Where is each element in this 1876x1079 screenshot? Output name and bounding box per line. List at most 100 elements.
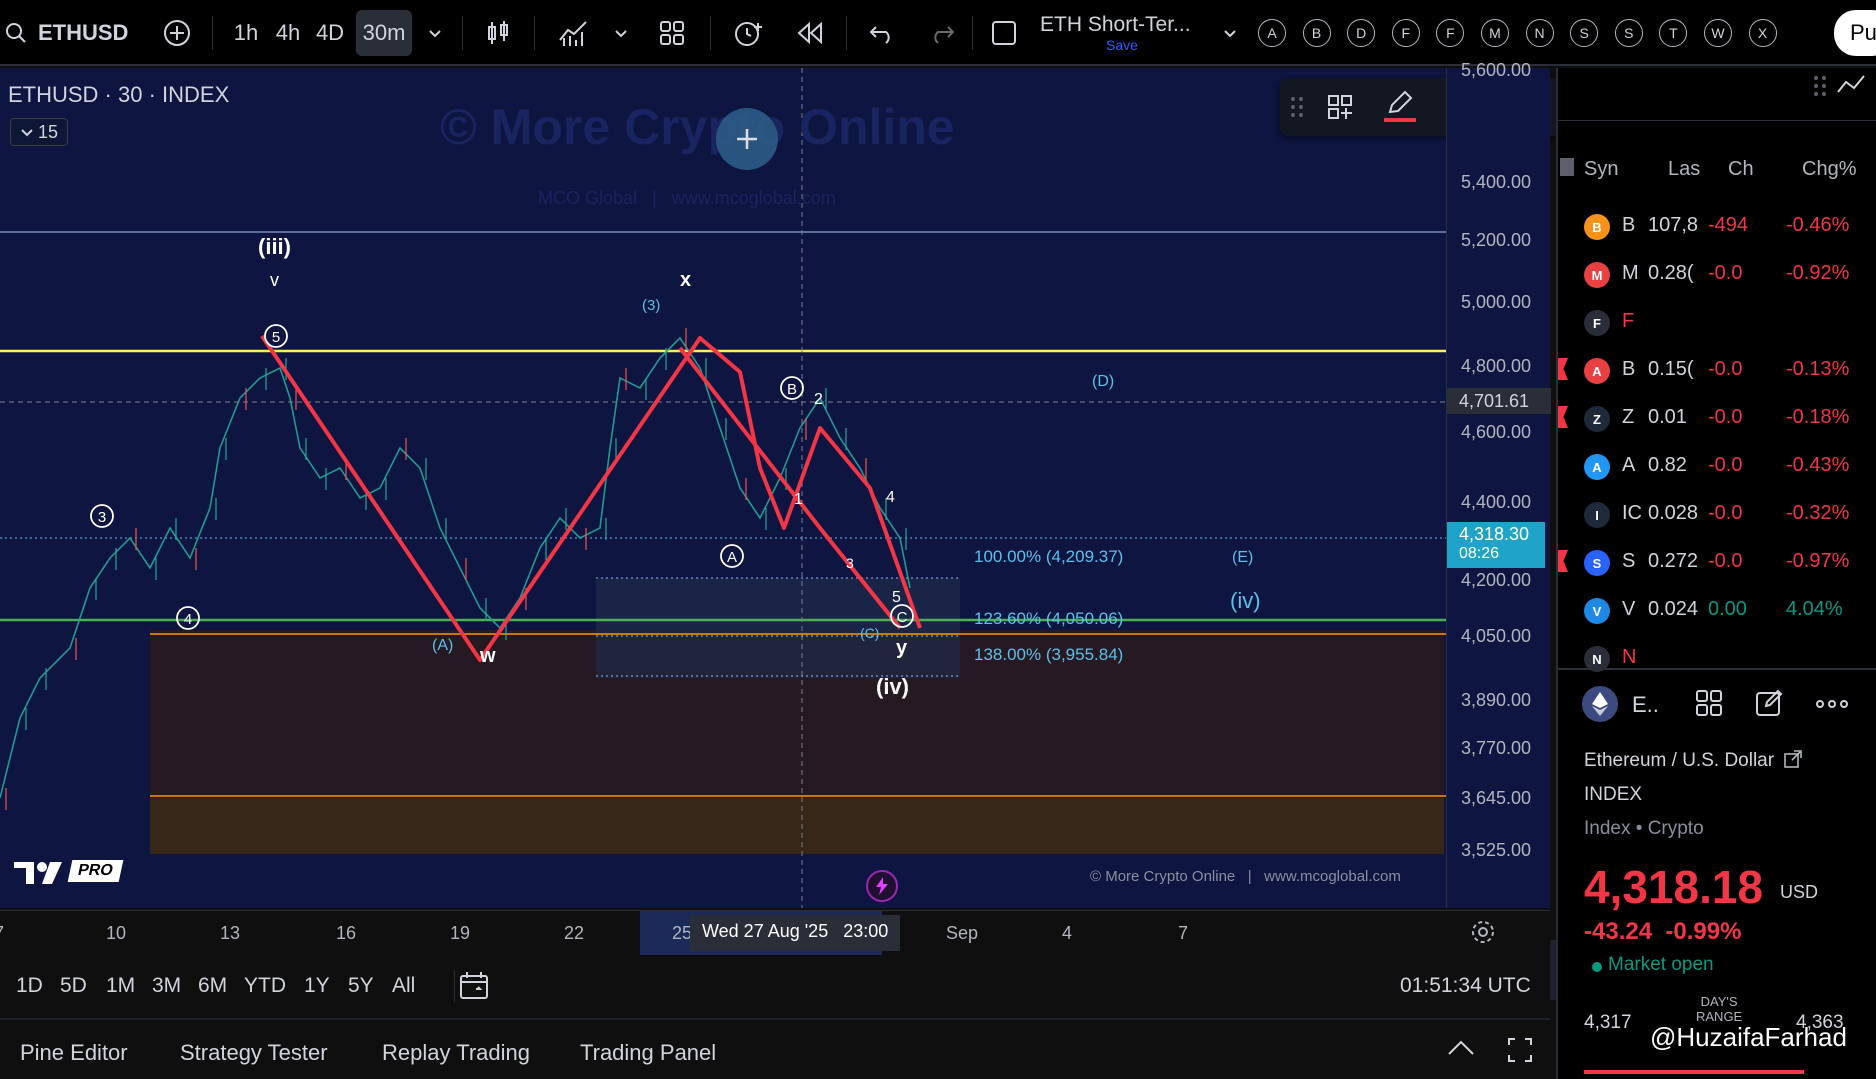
range-3m[interactable]: 3M: [152, 974, 181, 998]
legend-collapse-button[interactable]: 15: [10, 118, 68, 146]
interval-30m[interactable]: 30m: [356, 10, 412, 56]
watermark-title: © More Crypto Online: [440, 99, 955, 155]
watchlist-row[interactable]: A B 0.15(-0.0 -0.13%: [1558, 346, 1876, 394]
watchlist-row[interactable]: S S 0.272 -0.0 -0.97%: [1558, 538, 1876, 586]
candles-icon: [488, 21, 508, 44]
external-link-icon[interactable]: [1784, 750, 1802, 773]
watchlist-row[interactable]: I IC 0.028 -0.0 -0.32%: [1558, 490, 1876, 538]
alert-letter-d[interactable]: D: [1347, 19, 1376, 47]
market-status: Market open: [1608, 954, 1714, 975]
event-marker[interactable]: [866, 870, 898, 902]
object-tree-button[interactable]: [1810, 68, 1876, 120]
header-change[interactable]: Ch: [1728, 158, 1754, 181]
alert-letter-s[interactable]: S: [1570, 19, 1599, 47]
alert-letter-b[interactable]: B: [1302, 19, 1331, 47]
add-button[interactable]: [716, 108, 778, 170]
alert-letter-x[interactable]: X: [1748, 19, 1777, 47]
tab-strategy-tester[interactable]: Strategy Tester: [180, 1040, 328, 1066]
range-1y[interactable]: 1Y: [304, 974, 330, 998]
range-1d[interactable]: 1D: [16, 974, 43, 998]
details-more-button[interactable]: [1816, 696, 1848, 714]
watchlist-row[interactable]: V V 0.024 0.00 4.04%: [1558, 586, 1876, 634]
watchlist-row[interactable]: B B 107,8 -494 -0.46%: [1558, 202, 1876, 250]
alert-letter-w[interactable]: W: [1704, 19, 1732, 47]
symbol-search[interactable]: ETHUSD: [4, 10, 134, 56]
grid-icon: [660, 21, 684, 45]
watchlist-pct: -0.46%: [1786, 214, 1850, 236]
wave-label-5: 5: [892, 589, 901, 606]
header-symbol[interactable]: Syn: [1584, 158, 1618, 181]
tab-replay-trading[interactable]: Replay Trading: [382, 1040, 530, 1066]
collapse-panel-button[interactable]: [1446, 1038, 1476, 1063]
interval-4h[interactable]: 4h: [268, 10, 308, 56]
redo-button[interactable]: [922, 10, 962, 56]
price-axis[interactable]: 5,600.00 5,400.00 5,200.00 5,000.00 4,800.00…: [1446, 60, 1551, 908]
clock-label[interactable]: 01:51:34 UTC: [1400, 974, 1531, 998]
templates-button[interactable]: [1326, 90, 1354, 124]
watchlist-row[interactable]: M M 0.28(-0.0 -0.92%: [1558, 250, 1876, 298]
indicators-button[interactable]: [552, 10, 596, 56]
layout-name[interactable]: ETH Short-Ter... Save: [1040, 10, 1200, 56]
flag-icon[interactable]: [1558, 550, 1568, 572]
flag-icon[interactable]: [1558, 358, 1568, 380]
header-change-pct[interactable]: Chg%: [1802, 158, 1856, 181]
range-5d[interactable]: 5D: [60, 974, 87, 998]
replay-button[interactable]: [790, 10, 830, 56]
wave-label-w: w: [479, 645, 496, 667]
watchlist-last: 0.024: [1648, 598, 1699, 620]
alert-letter-a[interactable]: A: [1258, 19, 1286, 47]
details-layout-button[interactable]: [1694, 688, 1724, 723]
alert-letter-f[interactable]: F: [1436, 19, 1465, 47]
alert-letter-m[interactable]: M: [1481, 19, 1509, 47]
tab-trading-panel[interactable]: Trading Panel: [580, 1040, 716, 1066]
watchlist-sym: S: [1622, 550, 1636, 572]
goto-date-button[interactable]: [458, 970, 492, 1004]
interval-1h[interactable]: 1h: [226, 10, 266, 56]
undo-button[interactable]: [862, 10, 902, 56]
time-axis[interactable]: 7101316192225Sep47Wed 27 Aug '25 23:00: [0, 910, 1550, 955]
chart-pane[interactable]: (iii) v 5 3 4 (A) w x (3) B 2 1 4 3 A 5 C (C) y (iv) (D) (E) (…: [0, 68, 1446, 908]
header-last[interactable]: Las: [1668, 158, 1700, 181]
watchlist-row[interactable]: FF: [1558, 298, 1876, 346]
range-5y[interactable]: 5Y: [348, 974, 374, 998]
flag-icon[interactable]: [1558, 406, 1568, 428]
interval-dropdown[interactable]: [420, 10, 450, 56]
range-all[interactable]: All: [392, 974, 415, 998]
crosshair-time-label: Wed 27 Aug '25 23:00: [690, 915, 901, 951]
range-ytd[interactable]: YTD: [244, 974, 286, 998]
publish-button[interactable]: Pu: [1834, 10, 1876, 56]
fullscreen-button[interactable]: [986, 10, 1022, 56]
alert-letter-t[interactable]: T: [1659, 19, 1688, 47]
details-short-name[interactable]: E..: [1632, 692, 1659, 718]
drag-handle[interactable]: [1290, 90, 1304, 124]
watchlist-row[interactable]: Z Z 0.01 -0.0 -0.18%: [1558, 394, 1876, 442]
indicators-dropdown[interactable]: [608, 10, 634, 56]
watchlist-chg: -0.0: [1708, 454, 1743, 476]
watchlist-last: 0.82: [1648, 454, 1687, 476]
details-edit-button[interactable]: [1754, 688, 1784, 723]
chart-type-button[interactable]: [478, 10, 518, 56]
alert-letter-s[interactable]: S: [1614, 19, 1643, 47]
watchlist-chg: -0.0: [1708, 550, 1743, 572]
coin-icon: F: [1584, 310, 1610, 336]
plus-icon: [737, 129, 757, 149]
watchlist-chg: -0.0: [1708, 502, 1743, 524]
maximize-panel-button[interactable]: [1506, 1036, 1534, 1069]
alert-letter-f[interactable]: F: [1391, 19, 1420, 47]
axis-settings-button[interactable]: [1470, 919, 1500, 949]
watchlist-pct: 4.04%: [1786, 598, 1843, 620]
alert-button[interactable]: [726, 10, 770, 56]
watchlist-row[interactable]: A A 0.82 -0.0 -0.43%: [1558, 442, 1876, 490]
range-1m[interactable]: 1M: [106, 974, 135, 998]
plus-circle-icon: [164, 20, 190, 46]
range-6m[interactable]: 6M: [198, 974, 227, 998]
wave-label-v: v: [270, 270, 279, 290]
alert-letter-n[interactable]: N: [1525, 19, 1554, 47]
templates-button[interactable]: [652, 10, 692, 56]
interval-4d[interactable]: 4D: [310, 10, 350, 56]
details-full-name[interactable]: Ethereum / U.S. Dollar: [1584, 750, 1774, 772]
line-color-button[interactable]: [1384, 90, 1416, 124]
layout-dropdown[interactable]: [1218, 10, 1242, 56]
tab-pine-editor[interactable]: Pine Editor: [20, 1040, 128, 1066]
compare-add-button[interactable]: [160, 10, 194, 56]
